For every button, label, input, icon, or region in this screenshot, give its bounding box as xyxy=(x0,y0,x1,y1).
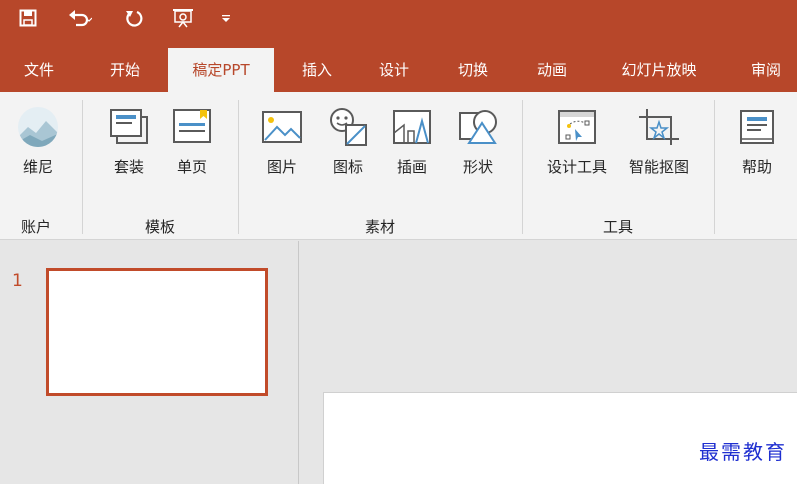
smart-cutout-icon xyxy=(636,104,682,150)
illustration-icon xyxy=(389,104,435,150)
avatar xyxy=(15,104,61,150)
suite-button-label: 套装 xyxy=(113,158,144,176)
help-button[interactable]: 帮助 xyxy=(731,104,783,184)
group-separator xyxy=(238,100,239,234)
single-page-button[interactable]: 单页 xyxy=(166,104,218,184)
slide-number: 1 xyxy=(12,271,23,291)
tab-insert[interactable]: 插入 xyxy=(288,48,346,92)
customize-dropdown-icon[interactable] xyxy=(218,0,234,36)
group-label-template: 模板 xyxy=(144,218,176,236)
illustration-button[interactable]: 插画 xyxy=(386,104,438,184)
tab-home[interactable]: 开始 xyxy=(96,48,154,92)
single-page-icon xyxy=(169,104,215,150)
group-label-material: 素材 xyxy=(364,218,396,236)
shape-icon xyxy=(455,104,501,150)
account-button[interactable]: 维尼 xyxy=(12,104,64,184)
ribbon-panel: 维尼 套装 单页 图片 图标 插画 形状 设计工具 智能抠图 帮助 账户 模板 … xyxy=(0,92,797,240)
undo-icon[interactable] xyxy=(66,0,94,36)
group-label-account: 账户 xyxy=(20,218,52,236)
design-tool-button[interactable]: 设计工具 xyxy=(538,104,616,184)
design-tool-icon xyxy=(554,104,600,150)
help-book-icon xyxy=(734,104,780,150)
slide-editor-area[interactable]: 最需教育 xyxy=(300,241,797,484)
tab-review[interactable]: 审阅 xyxy=(737,48,795,92)
smiley-icon xyxy=(325,104,371,150)
tab-file[interactable]: 文件 xyxy=(10,48,68,92)
redo-icon[interactable] xyxy=(122,0,146,36)
icon-button-label: 图标 xyxy=(332,158,363,176)
slide-thumbnail[interactable] xyxy=(46,268,268,396)
ribbon-tab-bar: 文件 开始 稿定PPT 插入 设计 切换 动画 幻灯片放映 审阅 xyxy=(0,36,797,92)
single-page-button-label: 单页 xyxy=(176,158,207,176)
picture-button-label: 图片 xyxy=(266,158,297,176)
tab-slideshow[interactable]: 幻灯片放映 xyxy=(604,48,714,92)
tab-transitions[interactable]: 切换 xyxy=(444,48,502,92)
smart-cutout-button-label: 智能抠图 xyxy=(628,158,689,176)
shape-button-label: 形状 xyxy=(462,158,493,176)
suite-icon xyxy=(106,104,152,150)
tab-animations[interactable]: 动画 xyxy=(523,48,581,92)
tab-gaoding-ppt[interactable]: 稿定PPT xyxy=(168,48,274,92)
account-button-label: 维尼 xyxy=(22,158,53,176)
save-icon[interactable] xyxy=(16,0,40,36)
icon-button[interactable]: 图标 xyxy=(322,104,374,184)
group-separator xyxy=(82,100,83,234)
suite-button[interactable]: 套装 xyxy=(103,104,155,184)
picture-icon xyxy=(259,104,305,150)
slide-canvas[interactable]: 最需教育 xyxy=(323,392,797,484)
tab-design[interactable]: 设计 xyxy=(365,48,423,92)
quick-access-toolbar xyxy=(0,0,797,36)
shape-button[interactable]: 形状 xyxy=(452,104,504,184)
watermark-text: 最需教育 xyxy=(699,440,787,464)
illustration-button-label: 插画 xyxy=(396,158,427,176)
present-icon[interactable] xyxy=(170,0,196,36)
group-separator xyxy=(522,100,523,234)
slide-thumbnails-pane[interactable]: 1 xyxy=(0,241,299,484)
smart-cutout-button[interactable]: 智能抠图 xyxy=(620,104,698,184)
design-tool-button-label: 设计工具 xyxy=(546,158,607,176)
help-button-label: 帮助 xyxy=(741,158,772,176)
group-label-tools: 工具 xyxy=(602,218,634,236)
picture-button[interactable]: 图片 xyxy=(256,104,308,184)
group-separator xyxy=(714,100,715,234)
